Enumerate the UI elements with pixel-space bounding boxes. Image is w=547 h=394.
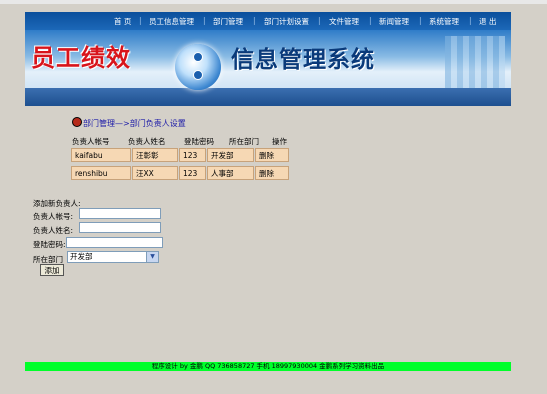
account-label: 负责人帐号: — [33, 212, 74, 221]
cell-department: 人事部 — [207, 166, 254, 180]
nav-employee-info[interactable]: 员工信息管理 — [149, 16, 194, 27]
breadcrumb-text[interactable]: 部门管理—>部门负责人设置 — [83, 119, 186, 128]
nav-news[interactable]: 新闻管理 — [379, 16, 409, 27]
cell-name: 汪XX — [132, 166, 178, 180]
table-row: kaifabu 汪彰彰 123 开发部 删除 — [70, 147, 290, 164]
header-name: 负责人姓名 — [128, 137, 166, 146]
password-label: 登陆密码: — [33, 240, 66, 249]
top-navigation: 首 页 | 员工信息管理 | 部门管理 | 部门计划设置 | 文件管理 | 新闻… — [25, 12, 511, 30]
nav-separator: | — [469, 16, 472, 25]
nav-department[interactable]: 部门管理 — [213, 16, 243, 27]
table-row: renshibu 汪XX 123 人事部 删除 — [70, 165, 290, 182]
department-selected: 开发部 — [70, 252, 93, 261]
department-select[interactable]: 开发部 ▼ — [67, 251, 159, 263]
name-label: 负责人姓名: — [33, 226, 74, 235]
cell-account: kaifabu — [71, 148, 131, 162]
nav-system[interactable]: 系统管理 — [429, 16, 459, 27]
header-account: 负责人帐号 — [72, 137, 110, 146]
nav-separator: | — [419, 16, 422, 25]
nav-separator: | — [253, 16, 256, 25]
footer-credits: 程序设计 by 金鹏 QQ 736858727 手机 18997930004 金… — [25, 362, 511, 371]
header-banner: 首 页 | 员工信息管理 | 部门管理 | 部门计划设置 | 文件管理 | 新闻… — [25, 12, 511, 106]
nav-separator: | — [139, 16, 142, 25]
cell-account: renshibu — [71, 166, 131, 180]
building-graphic — [445, 36, 505, 92]
nav-home[interactable]: 首 页 — [114, 16, 131, 27]
header-action: 操作 — [272, 137, 287, 146]
nav-logout[interactable]: 退 出 — [479, 16, 496, 27]
header-password: 登陆密码 — [184, 137, 214, 146]
header-department: 所在部门 — [229, 137, 259, 146]
name-input[interactable] — [79, 222, 161, 233]
banner-title-right: 信息管理系统 — [231, 47, 375, 73]
window-top-edge — [0, 0, 547, 4]
nav-separator: | — [203, 16, 206, 25]
add-manager-title: 添加新负责人: — [33, 199, 81, 208]
cell-password: 123 — [179, 148, 206, 162]
nav-department-plan[interactable]: 部门计划设置 — [264, 16, 309, 27]
breadcrumb: 部门管理—>部门负责人设置 — [72, 117, 186, 129]
cell-password: 123 — [179, 166, 206, 180]
password-input[interactable] — [66, 237, 163, 248]
cell-name: 汪彰彰 — [132, 148, 178, 162]
delete-link[interactable]: 删除 — [255, 148, 289, 162]
globe-icon — [175, 44, 221, 90]
account-input[interactable] — [79, 208, 161, 219]
banner-title-left: 员工绩效 — [31, 44, 131, 72]
banner-stripe — [25, 88, 511, 106]
add-button[interactable]: 添加 — [40, 264, 64, 276]
globe-dot — [193, 70, 203, 80]
chevron-down-icon[interactable]: ▼ — [146, 252, 158, 262]
cell-department: 开发部 — [207, 148, 254, 162]
nav-separator: | — [369, 16, 372, 25]
nav-separator: | — [318, 16, 321, 25]
nav-files[interactable]: 文件管理 — [329, 16, 359, 27]
bullet-icon — [72, 117, 82, 127]
globe-dot — [193, 52, 203, 62]
delete-link[interactable]: 删除 — [255, 166, 289, 180]
